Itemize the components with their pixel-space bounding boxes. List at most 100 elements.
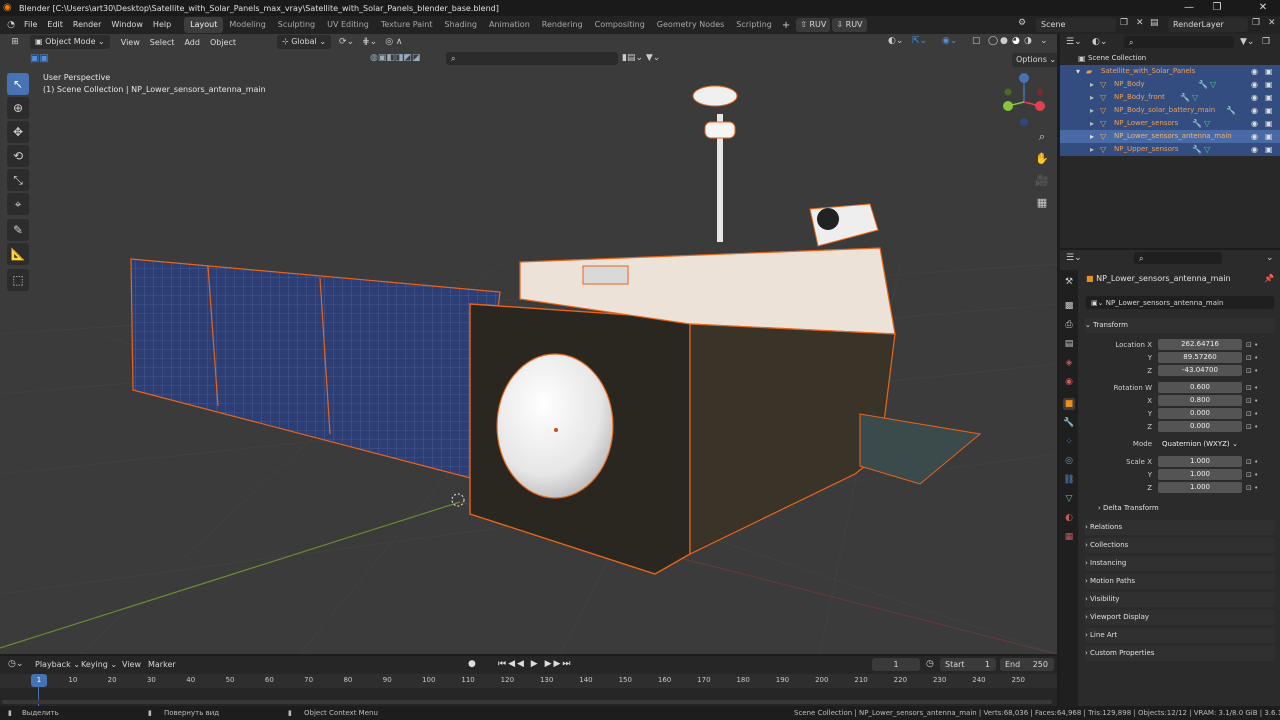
- scene-field[interactable]: Scene: [1036, 18, 1116, 32]
- editor-type-icon[interactable]: ◔: [3, 20, 19, 30]
- lock-icon[interactable]: ⊡ •: [1246, 354, 1258, 362]
- material-tab-icon[interactable]: ◐: [1063, 512, 1075, 524]
- eye-icon[interactable]: ◉: [1251, 143, 1258, 156]
- location-y-field[interactable]: 89.57260: [1158, 352, 1242, 363]
- rotation-y-field[interactable]: 0.000: [1158, 408, 1242, 419]
- overlay-icon[interactable]: ◉⌄: [942, 36, 957, 46]
- rotate-tool[interactable]: ⟲: [7, 145, 29, 167]
- object-name-field[interactable]: ▣⌄ NP_Lower_sensors_antenna_main: [1086, 296, 1274, 309]
- chevron-right-icon[interactable]: ▸: [1090, 130, 1094, 143]
- transform-panel-header[interactable]: ⌄ Transform: [1085, 318, 1275, 333]
- orientation-dropdown[interactable]: ⊹ Global ⌄: [277, 35, 332, 49]
- zoom-icon[interactable]: ⌕: [1031, 126, 1053, 148]
- start-frame-field[interactable]: Start 1: [940, 658, 996, 671]
- camera-icon[interactable]: ▣: [1265, 78, 1273, 91]
- new-view-layer-icon[interactable]: ❐: [1252, 18, 1260, 28]
- scale-z-field[interactable]: 1.000: [1158, 482, 1242, 493]
- rotation-w-field[interactable]: 0.600: [1158, 382, 1242, 393]
- eye-icon[interactable]: ◉: [1251, 117, 1258, 130]
- ruv-upload-button[interactable]: ⇧ RUV: [796, 18, 831, 32]
- filter-icon[interactable]: ▼⌄: [1240, 37, 1254, 47]
- mode-dropdown[interactable]: ▣ Object Mode ⌄: [30, 35, 110, 49]
- menu-file[interactable]: File: [19, 16, 42, 34]
- new-scene-icon[interactable]: ❐: [1120, 18, 1128, 28]
- timeline-view-menu[interactable]: View: [122, 660, 141, 669]
- menu-object[interactable]: Object: [205, 38, 241, 47]
- list-item[interactable]: ▣ Scene Collection: [1060, 52, 1280, 65]
- minimize-button[interactable]: —: [1176, 0, 1202, 16]
- measure-tool[interactable]: 📐: [7, 243, 29, 265]
- perspective-grid-icon[interactable]: ▦: [1031, 192, 1053, 214]
- rendered-shading-icon[interactable]: ◑: [1024, 36, 1032, 46]
- options-dropdown[interactable]: Options ⌄: [1012, 53, 1057, 67]
- wireframe-shading-icon[interactable]: ◯: [988, 36, 998, 46]
- list-item[interactable]: ▸ ▽ NP_Body_solar_battery_main 🔧 ◉ ▣: [1060, 104, 1280, 117]
- camera-icon[interactable]: ▣: [1265, 143, 1273, 156]
- tab-animation[interactable]: Animation: [483, 17, 536, 33]
- timeline-editor-icon[interactable]: ◷⌄: [8, 659, 23, 669]
- list-item[interactable]: ▾ ▰ Satellite_with_Solar_Panels ◉ ▣: [1060, 65, 1280, 78]
- list-item[interactable]: ▸ ▽ NP_Body 🔧 ▽ ◉ ▣: [1060, 78, 1280, 91]
- 3d-viewport[interactable]: ⊞ ▣ Object Mode ⌄ View Select Add Object…: [0, 34, 1057, 654]
- shading-options-icon[interactable]: ⌄: [1040, 36, 1048, 46]
- select-box-mode-icon[interactable]: ▣▣: [30, 53, 50, 67]
- xray-icon[interactable]: ▢: [972, 36, 981, 46]
- eye-icon[interactable]: ◉: [1251, 104, 1258, 117]
- eye-icon[interactable]: ◉: [1251, 91, 1258, 104]
- lock-icon[interactable]: ⊡ •: [1246, 397, 1258, 405]
- custom-properties-panel-header[interactable]: › Custom Properties: [1085, 646, 1275, 661]
- pin-icon[interactable]: 📌: [1264, 274, 1274, 283]
- camera-icon[interactable]: ▣: [1265, 91, 1273, 104]
- frame-ruler[interactable]: 1 10 20 30 40 50 60 70 80 90 100 110 120 130 140 150 16…: [0, 674, 1057, 688]
- camera-icon[interactable]: ▣: [1265, 130, 1273, 143]
- lock-icon[interactable]: ⊡ •: [1246, 384, 1258, 392]
- tab-layout[interactable]: Layout: [184, 17, 224, 33]
- record-icon[interactable]: ●: [468, 659, 476, 669]
- view-layer-icon[interactable]: ▤: [1150, 18, 1159, 28]
- view-layer-field[interactable]: RenderLayer: [1168, 18, 1248, 32]
- camera-icon[interactable]: ▣: [1265, 104, 1273, 117]
- end-frame-field[interactable]: End 250: [1000, 658, 1054, 671]
- viewport-display-panel-header[interactable]: › Viewport Display: [1085, 610, 1275, 625]
- menu-window[interactable]: Window: [106, 16, 148, 34]
- list-item[interactable]: ▸ ▽ NP_Lower_sensors 🔧 ▽ ◉ ▣: [1060, 117, 1280, 130]
- timeline-scrollbar[interactable]: [2, 700, 1052, 704]
- select-box-tool[interactable]: ↖: [7, 73, 29, 95]
- eye-icon[interactable]: ◉: [1251, 65, 1258, 78]
- line-art-panel-header[interactable]: › Line Art: [1085, 628, 1275, 643]
- options-chevron-icon[interactable]: ⌄: [1266, 253, 1274, 263]
- transform-tool[interactable]: ⌖: [7, 193, 29, 215]
- scale-x-field[interactable]: 1.000: [1158, 456, 1242, 467]
- close-button[interactable]: ✕: [1250, 0, 1276, 16]
- annotate-tool[interactable]: ✎: [7, 219, 29, 241]
- delta-transform-subpanel[interactable]: › Delta Transform: [1098, 504, 1159, 512]
- chevron-down-icon[interactable]: ▾: [1076, 65, 1080, 78]
- chevron-right-icon[interactable]: ▸: [1090, 117, 1094, 130]
- tab-compositing[interactable]: Compositing: [589, 17, 651, 33]
- ruv-download-button[interactable]: ⇩ RUV: [832, 18, 867, 32]
- tab-rendering[interactable]: Rendering: [536, 17, 589, 33]
- new-collection-icon[interactable]: ❐: [1262, 37, 1270, 47]
- menu-select[interactable]: Select: [145, 38, 180, 47]
- playhead[interactable]: 1: [31, 674, 47, 687]
- pivot-icon[interactable]: ⟳⌄: [339, 37, 354, 47]
- lock-icon[interactable]: ⊡ •: [1246, 484, 1258, 492]
- keying-menu[interactable]: Keying ⌄: [81, 660, 117, 669]
- eye-icon[interactable]: ◉: [1251, 130, 1258, 143]
- maximize-button[interactable]: ❐: [1204, 0, 1230, 16]
- tab-texture-paint[interactable]: Texture Paint: [375, 17, 439, 33]
- chevron-right-icon[interactable]: ▸: [1090, 104, 1094, 117]
- solid-shading-icon[interactable]: ●: [1000, 36, 1008, 46]
- lock-icon[interactable]: ⊡ •: [1246, 458, 1258, 466]
- menu-add[interactable]: Add: [179, 38, 205, 47]
- data-tab-icon[interactable]: ▽: [1063, 493, 1075, 505]
- tab-sculpting[interactable]: Sculpting: [272, 17, 321, 33]
- current-frame-field[interactable]: 1: [872, 658, 920, 671]
- lock-icon[interactable]: ⊡ •: [1246, 367, 1258, 375]
- texture-tab-icon[interactable]: ▦: [1063, 531, 1075, 543]
- properties-search-input[interactable]: ⌕: [1134, 252, 1222, 264]
- material-shading-icon[interactable]: ◕: [1012, 36, 1020, 46]
- chevron-right-icon[interactable]: ▸: [1090, 78, 1094, 91]
- lock-icon[interactable]: ⊡ •: [1246, 423, 1258, 431]
- lock-icon[interactable]: ⊡ •: [1246, 471, 1258, 479]
